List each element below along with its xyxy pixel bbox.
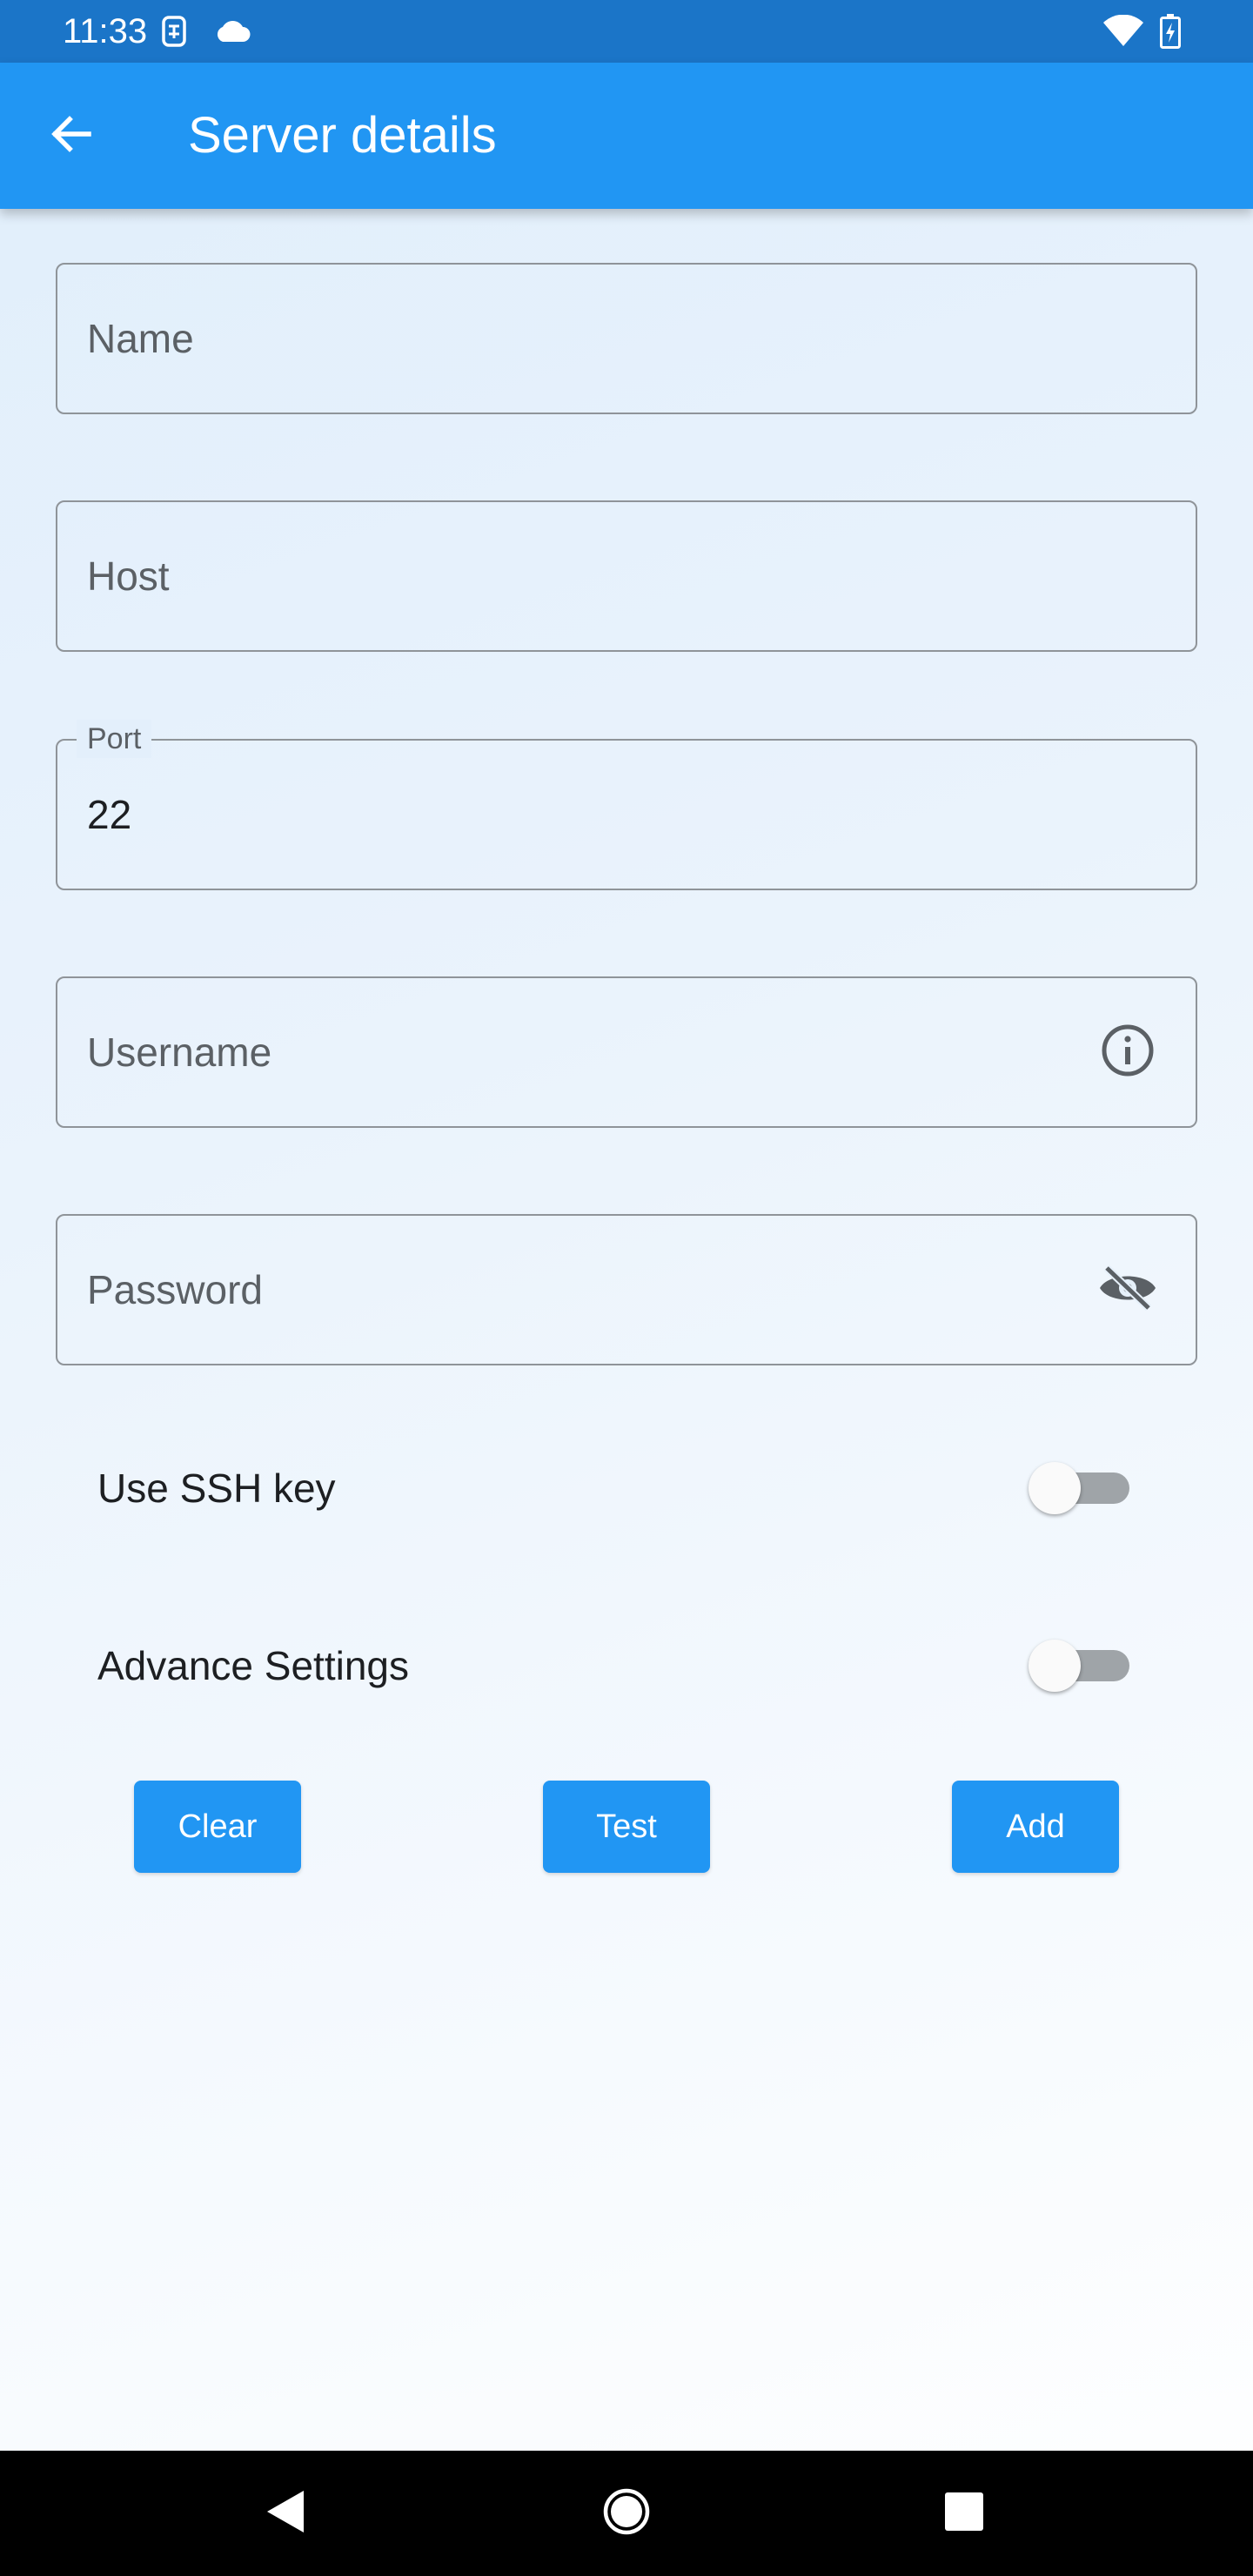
add-button[interactable]: Add [952,1781,1119,1873]
host-field[interactable]: Host [56,500,1197,652]
password-placeholder: Password [87,1267,263,1312]
name-placeholder: Name [87,316,194,361]
host-placeholder: Host [87,553,170,599]
advance-settings-row: Advance Settings [56,1618,1197,1714]
visibility-off-icon [1097,1264,1158,1317]
advance-settings-switch[interactable] [1029,1640,1133,1692]
back-button[interactable] [35,99,108,172]
clear-button[interactable]: Clear [134,1781,301,1873]
home-circle-icon [602,2487,651,2540]
username-info-button[interactable] [1096,1021,1159,1083]
username-field[interactable]: Username [56,976,1197,1128]
recents-square-icon [943,2491,985,2537]
port-value: 22 [87,792,132,837]
nav-recents-button[interactable] [929,2479,999,2548]
wifi-icon [1102,12,1145,50]
status-bar: 11:33 [0,0,1253,63]
username-placeholder: Username [87,1030,272,1075]
nav-home-button[interactable] [592,2479,661,2548]
ssh-key-label: Use SSH key [97,1466,336,1511]
name-field[interactable]: Name [56,263,1197,414]
test-button[interactable]: Test [543,1781,710,1873]
switch-thumb [1029,1640,1081,1692]
switch-thumb [1029,1462,1081,1514]
ssh-key-row: Use SSH key [56,1440,1197,1536]
port-field[interactable]: Port 22 [56,720,1197,890]
arrow-back-icon [49,111,94,161]
app-bar: Server details [0,63,1253,209]
back-triangle-icon [264,2487,307,2540]
info-icon [1100,1023,1156,1083]
nav-back-button[interactable] [251,2479,320,2548]
battery-charging-icon [1156,12,1185,50]
ssh-key-switch[interactable] [1029,1462,1133,1514]
cloud-icon [212,12,252,50]
navigation-bar [0,2451,1253,2576]
sim-card-icon [158,12,190,50]
page-title: Server details [188,107,497,164]
advance-settings-label: Advance Settings [97,1643,410,1688]
password-visibility-toggle[interactable] [1096,1258,1159,1321]
password-field[interactable]: Password [56,1214,1197,1365]
status-time: 11:33 [63,12,148,50]
